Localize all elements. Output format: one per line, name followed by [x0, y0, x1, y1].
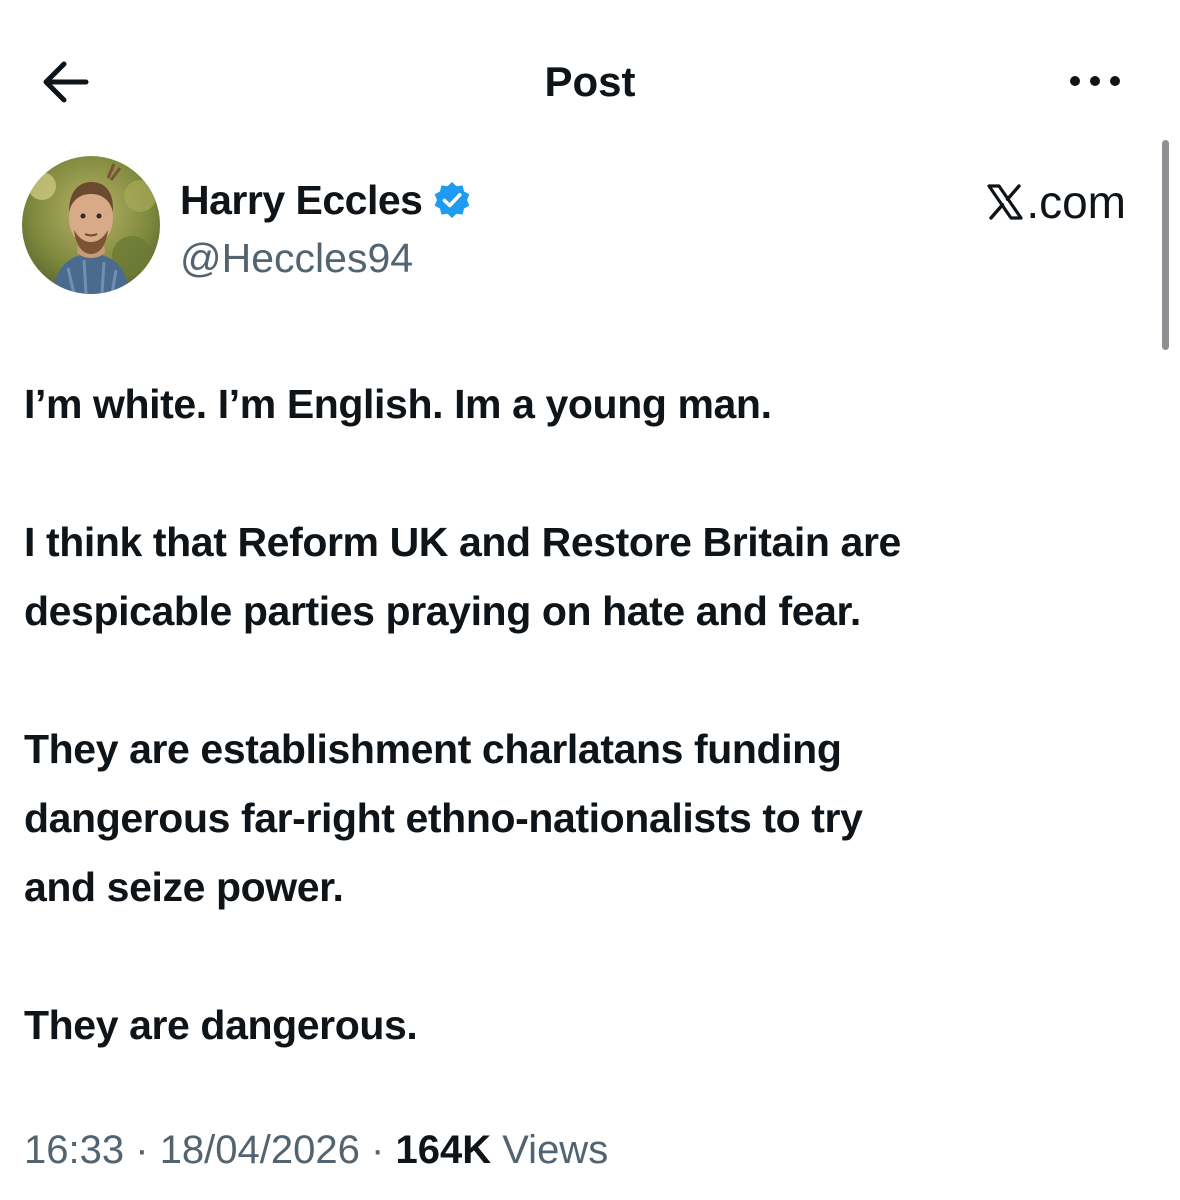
- post-time[interactable]: 16:33: [24, 1128, 124, 1172]
- x-com-watermark: .com: [986, 176, 1126, 228]
- post-date[interactable]: 18/04/2026: [160, 1128, 360, 1172]
- author-handle[interactable]: @Heccles94: [180, 232, 413, 284]
- post-line: They are establishment charlatans fundin…: [24, 726, 842, 772]
- author-display-name: Harry Eccles: [180, 177, 423, 223]
- avatar[interactable]: [22, 156, 160, 294]
- more-horizontal-icon: [1070, 76, 1120, 86]
- author-name-row[interactable]: Harry Eccles: [180, 174, 472, 226]
- post-line: They are dangerous.: [24, 1002, 418, 1048]
- post-text: I’m white. I’m English. Im a young man. …: [24, 370, 1164, 1129]
- verified-badge-icon[interactable]: [432, 180, 472, 220]
- views-count[interactable]: 164K: [395, 1128, 491, 1172]
- more-options-button[interactable]: [1068, 66, 1122, 96]
- avatar-image: [22, 156, 160, 294]
- post-line: and seize power.: [24, 864, 344, 910]
- post-paragraph: I’m white. I’m English. Im a young man.: [24, 370, 1164, 439]
- views-label[interactable]: Views: [502, 1128, 608, 1172]
- post-line: I’m white. I’m English. Im a young man.: [24, 381, 772, 427]
- top-bar: Post: [0, 0, 1180, 140]
- scrollbar[interactable]: [1162, 140, 1169, 350]
- post-paragraph: I think that Reform UK and Restore Brita…: [24, 508, 1164, 646]
- watermark-text: .com: [1026, 176, 1126, 228]
- meta-separator: ·: [371, 1128, 385, 1172]
- meta-separator: ·: [135, 1128, 149, 1172]
- post-line: dangerous far-right ethno-nationalists t…: [24, 795, 863, 841]
- post-line: despicable parties praying on hate and f…: [24, 588, 861, 634]
- post-line: I think that Reform UK and Restore Brita…: [24, 519, 901, 565]
- post-paragraph: They are dangerous.: [24, 991, 1164, 1060]
- author-header: Harry Eccles @Heccles94 .com: [22, 156, 1132, 296]
- x-logo-icon: [986, 183, 1024, 221]
- page-title: Post: [544, 58, 636, 105]
- post-paragraph: They are establishment charlatans fundin…: [24, 715, 1164, 922]
- post-metadata: 16:33 · 18/04/2026 · 164K Views: [24, 1124, 608, 1176]
